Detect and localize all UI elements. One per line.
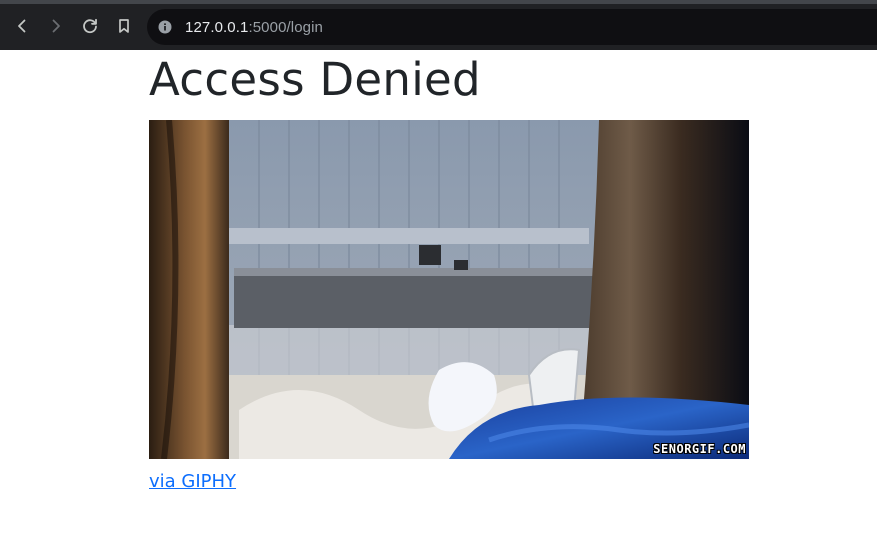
bookmark-icon: [119, 19, 129, 33]
via-giphy-link[interactable]: via GIPHY: [149, 469, 236, 495]
reload-button[interactable]: [77, 13, 103, 39]
back-arrow-icon: [18, 19, 26, 33]
gif-watermark: SENORGIF.COM: [653, 442, 746, 456]
url-text[interactable]: 127.0.0.1:5000/login: [185, 19, 323, 36]
forward-arrow-icon: [52, 19, 60, 33]
bookmark-button[interactable]: [111, 13, 137, 39]
info-icon[interactable]: [158, 20, 172, 34]
gif-illustration: [149, 120, 749, 459]
address-bar[interactable]: 127.0.0.1:5000/login: [147, 9, 877, 45]
url-host: 127.0.0.1: [185, 18, 249, 36]
giphy-gif-image: SENORGIF.COM: [149, 120, 749, 459]
browser-toolbar: 127.0.0.1:5000/login: [0, 4, 877, 50]
forward-button[interactable]: [43, 13, 69, 39]
reload-icon: [83, 18, 97, 34]
back-button[interactable]: [9, 13, 35, 39]
url-path: :5000/login: [248, 18, 323, 36]
page-title: Access Denied: [149, 53, 481, 106]
